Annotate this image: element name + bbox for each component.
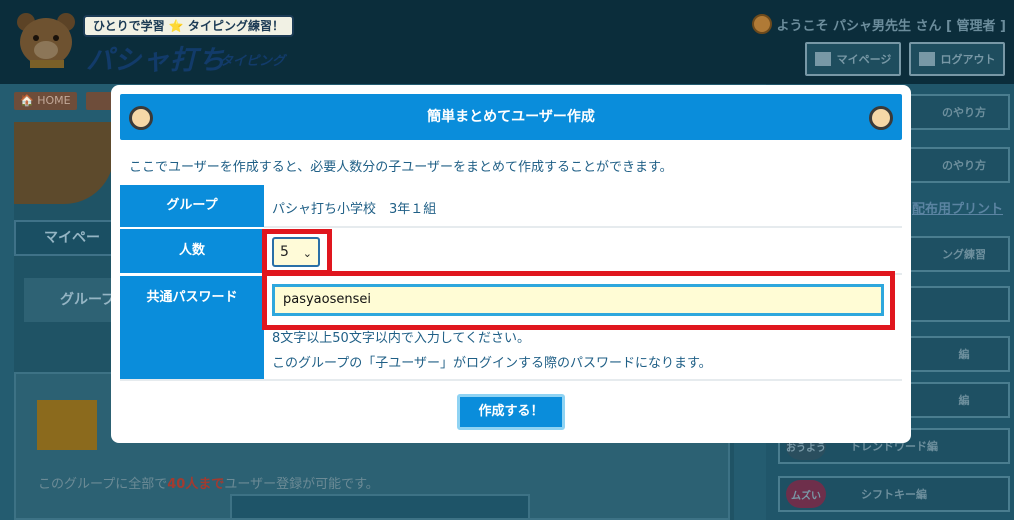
group-label: グループ <box>120 185 264 227</box>
password-label: 共通パスワード <box>120 276 264 379</box>
row-divider <box>264 226 902 228</box>
mypage-button-label: マイページ <box>836 53 892 66</box>
modal-intro-text: ここでユーザーを作成すると、必要人数分の子ユーザーをまとめて作成することができま… <box>129 160 673 175</box>
highlight-box-password <box>262 271 895 330</box>
password-hint-length: 8文字以上50文字以内で入力してください。 <box>272 331 531 346</box>
level-badge: ムズい <box>786 480 826 508</box>
modal-title: 簡単まとめてユーザー作成 <box>427 109 595 125</box>
logout-button[interactable]: ログアウト <box>909 42 1005 76</box>
breadcrumb-home[interactable]: 🏠 HOME <box>14 92 77 110</box>
welcome-message: ようこそ パシャ男先生 さん [ 管理者 ] <box>752 14 1006 34</box>
bulk-user-create-modal: 簡単まとめてユーザー作成 ここでユーザーを作成すると、必要人数分の子ユーザーをま… <box>111 85 911 443</box>
group-note-prefix: このグループに全部で <box>38 477 168 492</box>
create-button[interactable]: 作成する！ <box>457 394 565 430</box>
sidebar-item-label: のやり方 <box>942 106 986 119</box>
sidebar-item-label: 編 <box>958 348 970 361</box>
brand-logo-text[interactable]: パシャ打ち <box>86 38 226 77</box>
sidebar-item-label: ング練習 <box>942 248 986 261</box>
brand-sub-text: タイピング <box>220 54 286 69</box>
group-limit-note: このグループに全部で40人までユーザー登録が可能です。 <box>38 473 379 492</box>
sidebar-item-label: のやり方 <box>942 159 986 172</box>
logout-icon <box>918 52 935 66</box>
sidebar-item-shift-key[interactable]: ムズい シフトキー編 <box>778 476 1010 512</box>
group-note-suffix: ユーザー登録が可能です。 <box>224 477 379 492</box>
site-header: ひとりで学習 ⭐ タイピング練習！ パシャ打ち タイピング ようこそ パシャ男先… <box>0 0 1014 84</box>
password-hint-purpose: このグループの「子ユーザー」がログインする際のパスワードになります。 <box>272 356 712 371</box>
group-note-highlight: 40人まで <box>167 477 225 492</box>
decor-dot-icon <box>129 106 153 130</box>
avatar <box>752 14 773 34</box>
sidebar-item-label: 編 <box>958 394 970 407</box>
mypage-tab[interactable]: マイペー <box>14 220 114 256</box>
group-illustration <box>230 494 530 520</box>
logout-button-label: ログアウト <box>940 53 996 66</box>
modal-header: 簡単まとめてユーザー作成 <box>120 94 902 140</box>
breadcrumb-item[interactable] <box>86 92 112 110</box>
site-tagline: ひとりで学習 ⭐ タイピング練習！ <box>83 15 294 37</box>
bear-logo-icon <box>17 13 75 68</box>
group-section-title: グループ <box>24 278 124 322</box>
group-box-header <box>37 400 97 450</box>
home-icon <box>814 52 831 66</box>
group-value: パシャ打ち小学校 3年１組 <box>272 202 437 217</box>
mypage-button[interactable]: マイページ <box>805 42 901 76</box>
decor-dot-icon <box>869 106 893 130</box>
sidebar-item-label: シフトキー編 <box>861 488 927 501</box>
count-label: 人数 <box>120 229 264 273</box>
highlight-box-count <box>262 229 332 275</box>
row-divider <box>120 379 902 381</box>
print-link[interactable]: 配布用プリント <box>912 198 1003 217</box>
welcome-text: ようこそ パシャ男先生 さん [ 管理者 ] <box>776 18 1006 34</box>
